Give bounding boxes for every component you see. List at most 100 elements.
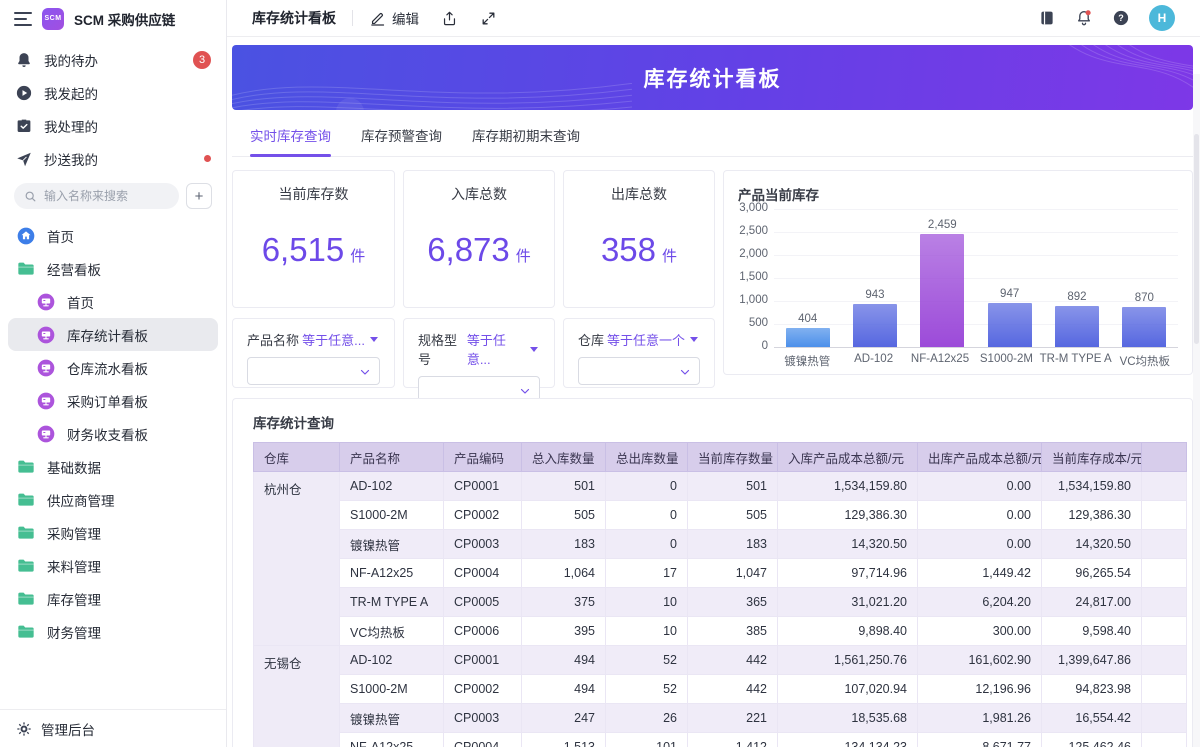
menu-item-基础数据[interactable]: 基础数据 — [8, 450, 218, 483]
sidebar-item-bell[interactable]: 我的待办3 — [0, 43, 226, 76]
table-cell: 395 — [522, 617, 606, 646]
stat-label: 出库总数 — [564, 184, 714, 204]
menu-item-供应商管理[interactable]: 供应商管理 — [8, 483, 218, 516]
filter-header: 仓库等于任意一个 — [578, 330, 700, 349]
table-row[interactable]: 镀镍热管CP00032472622118,535.681,981.2616,55… — [254, 704, 1187, 733]
sidebar-item-play[interactable]: 我发起的 — [0, 76, 226, 109]
table-cell: 221 — [688, 704, 778, 733]
fullscreen-icon[interactable] — [480, 10, 497, 27]
bar-S1000-2M[interactable] — [988, 303, 1032, 347]
table-cell: 183 — [688, 530, 778, 559]
menu-item-经营看板[interactable]: 经营看板 — [8, 252, 218, 285]
filter-select[interactable] — [578, 357, 700, 385]
tab-2[interactable]: 库存预警查询 — [361, 117, 442, 156]
folder-icon — [16, 457, 36, 477]
dashboard-icon — [36, 325, 56, 345]
stat-card-1: 当前库存数6,515件 — [232, 170, 395, 308]
bar-AD-102[interactable] — [853, 304, 897, 347]
table-row[interactable]: NF-A12x25CP00041,064171,04797,714.961,44… — [254, 559, 1187, 588]
journal-icon[interactable] — [1038, 9, 1056, 27]
table-cell: 375 — [522, 588, 606, 617]
search-box[interactable] — [14, 183, 179, 209]
filter-condition-dropdown[interactable]: 等于任意... — [467, 330, 538, 368]
table-row[interactable]: TR-M TYPE ACP00053751036531,021.206,204.… — [254, 588, 1187, 617]
table-cell: 9,598.40 — [1042, 617, 1142, 646]
home-icon — [16, 226, 36, 246]
menu-item-采购订单看板[interactable]: 采购订单看板 — [8, 384, 218, 417]
admin-console-item[interactable]: 管理后台 — [0, 709, 226, 747]
filter-condition-dropdown[interactable]: 等于任意一个 — [607, 330, 698, 349]
search-input[interactable] — [44, 189, 154, 203]
sidebar-item-label: 我发起的 — [44, 83, 98, 103]
menu-item-财务收支看板[interactable]: 财务收支看板 — [8, 417, 218, 450]
share-icon[interactable] — [441, 10, 458, 27]
table-cell: 26 — [606, 704, 688, 733]
stat-value: 6,873件 — [404, 231, 554, 269]
filter-label: 仓库 — [578, 330, 604, 349]
table-cell-empty — [1142, 588, 1187, 617]
filter-condition-dropdown[interactable]: 等于任意... — [302, 330, 378, 349]
bar-镀镍热管[interactable] — [786, 328, 830, 347]
menu-item-库存统计看板[interactable]: 库存统计看板 — [8, 318, 218, 351]
table-cell: 161,602.90 — [918, 646, 1042, 675]
menu-item-首页[interactable]: 首页 — [8, 219, 218, 252]
x-axis-labels: 镀镍热管AD-102NF-A12x25S1000-2MTR-M TYPE AVC… — [774, 353, 1178, 369]
bar-NF-A12x25[interactable] — [920, 234, 964, 347]
menu-item-财务管理[interactable]: 财务管理 — [8, 615, 218, 648]
table-row[interactable]: 杭州仓AD-102CP000150105011,534,159.800.001,… — [254, 472, 1187, 501]
table-cell: 14,320.50 — [1042, 530, 1142, 559]
scrollbar[interactable] — [1193, 74, 1200, 747]
table-row[interactable]: 镀镍热管CP0003183018314,320.500.0014,320.50 — [254, 530, 1187, 559]
table-cell: 183 — [522, 530, 606, 559]
menu-item-label: 首页 — [47, 226, 74, 246]
bar-TR-M TYPE A[interactable] — [1055, 306, 1099, 347]
bar-VC均热板[interactable] — [1122, 307, 1166, 347]
table-cell: NF-A12x25 — [340, 733, 444, 747]
help-icon[interactable]: ? — [1112, 9, 1130, 27]
table-row[interactable]: S1000-2MCP000249452442107,020.9412,196.9… — [254, 675, 1187, 704]
table-cell-empty — [1142, 530, 1187, 559]
scrollbar-thumb[interactable] — [1194, 134, 1199, 344]
menu-item-label: 财务收支看板 — [67, 424, 148, 444]
table-row[interactable]: NF-A12x25CP00041,5131011,412134,134.238,… — [254, 733, 1187, 747]
edit-label: 编辑 — [392, 8, 419, 28]
bar-slot: 2,459 — [909, 219, 976, 347]
sidebar-item-task[interactable]: 我处理的 — [0, 109, 226, 142]
sidebar-header: SCM SCM 采购供应链 — [0, 0, 226, 37]
table-row[interactable]: VC均热板CP0006395103859,898.40300.009,598.4… — [254, 617, 1187, 646]
column-header: 产品名称 — [340, 443, 444, 472]
table-row[interactable]: S1000-2MCP00025050505129,386.300.00129,3… — [254, 501, 1187, 530]
menu-item-采购管理[interactable]: 采购管理 — [8, 516, 218, 549]
column-header: 仓库 — [254, 443, 340, 472]
bell-icon — [15, 51, 33, 69]
avatar[interactable]: H — [1149, 5, 1175, 31]
table-cell: CP0003 — [444, 704, 522, 733]
sidebar-item-send[interactable]: 抄送我的 — [0, 142, 226, 175]
table-cell: 10 — [606, 588, 688, 617]
menu-item-来料管理[interactable]: 来料管理 — [8, 549, 218, 582]
tab-3[interactable]: 库存期初期末查询 — [472, 117, 580, 156]
table-row[interactable]: 无锡仓AD-102CP0001494524421,561,250.76161,6… — [254, 646, 1187, 675]
svg-text:?: ? — [1118, 13, 1124, 23]
table-cell: 14,320.50 — [778, 530, 918, 559]
menu-item-库存管理[interactable]: 库存管理 — [8, 582, 218, 615]
add-button[interactable]: + — [186, 183, 212, 209]
inventory-table-host: 仓库产品名称产品编码总入库数量总出库数量当前库存数量入库产品成本总额/元出库产品… — [233, 442, 1192, 747]
table-cell-empty — [1142, 733, 1187, 747]
main: 库存统计看板 编辑 ? H — [227, 0, 1200, 747]
menu-item-仓库流水看板[interactable]: 仓库流水看板 — [8, 351, 218, 384]
column-header: 当前库存成本/元 — [1042, 443, 1142, 472]
table-cell: 96,265.54 — [1042, 559, 1142, 588]
filter-select[interactable] — [247, 357, 380, 385]
caret-down-icon — [370, 337, 378, 342]
stat-label: 当前库存数 — [233, 184, 394, 204]
collapse-sidebar-icon[interactable] — [14, 12, 32, 26]
play-icon — [15, 84, 33, 102]
edit-button[interactable]: 编辑 — [369, 8, 419, 28]
topbar: 库存统计看板 编辑 ? H — [227, 0, 1200, 37]
bell-icon[interactable] — [1075, 9, 1093, 27]
tab-1[interactable]: 实时库存查询 — [250, 117, 331, 156]
table-cell: 镀镍热管 — [340, 530, 444, 559]
table-cell-empty — [1142, 646, 1187, 675]
menu-item-首页[interactable]: 首页 — [8, 285, 218, 318]
